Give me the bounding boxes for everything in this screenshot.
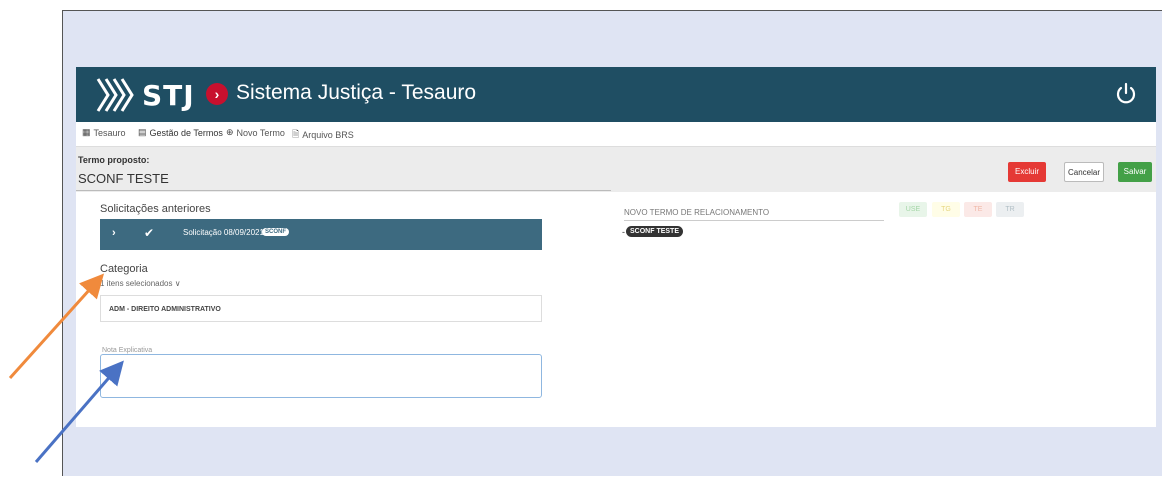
annotation-arrows (8, 273, 124, 463)
orange-arrow (8, 273, 105, 380)
blue-arrow (34, 360, 124, 463)
